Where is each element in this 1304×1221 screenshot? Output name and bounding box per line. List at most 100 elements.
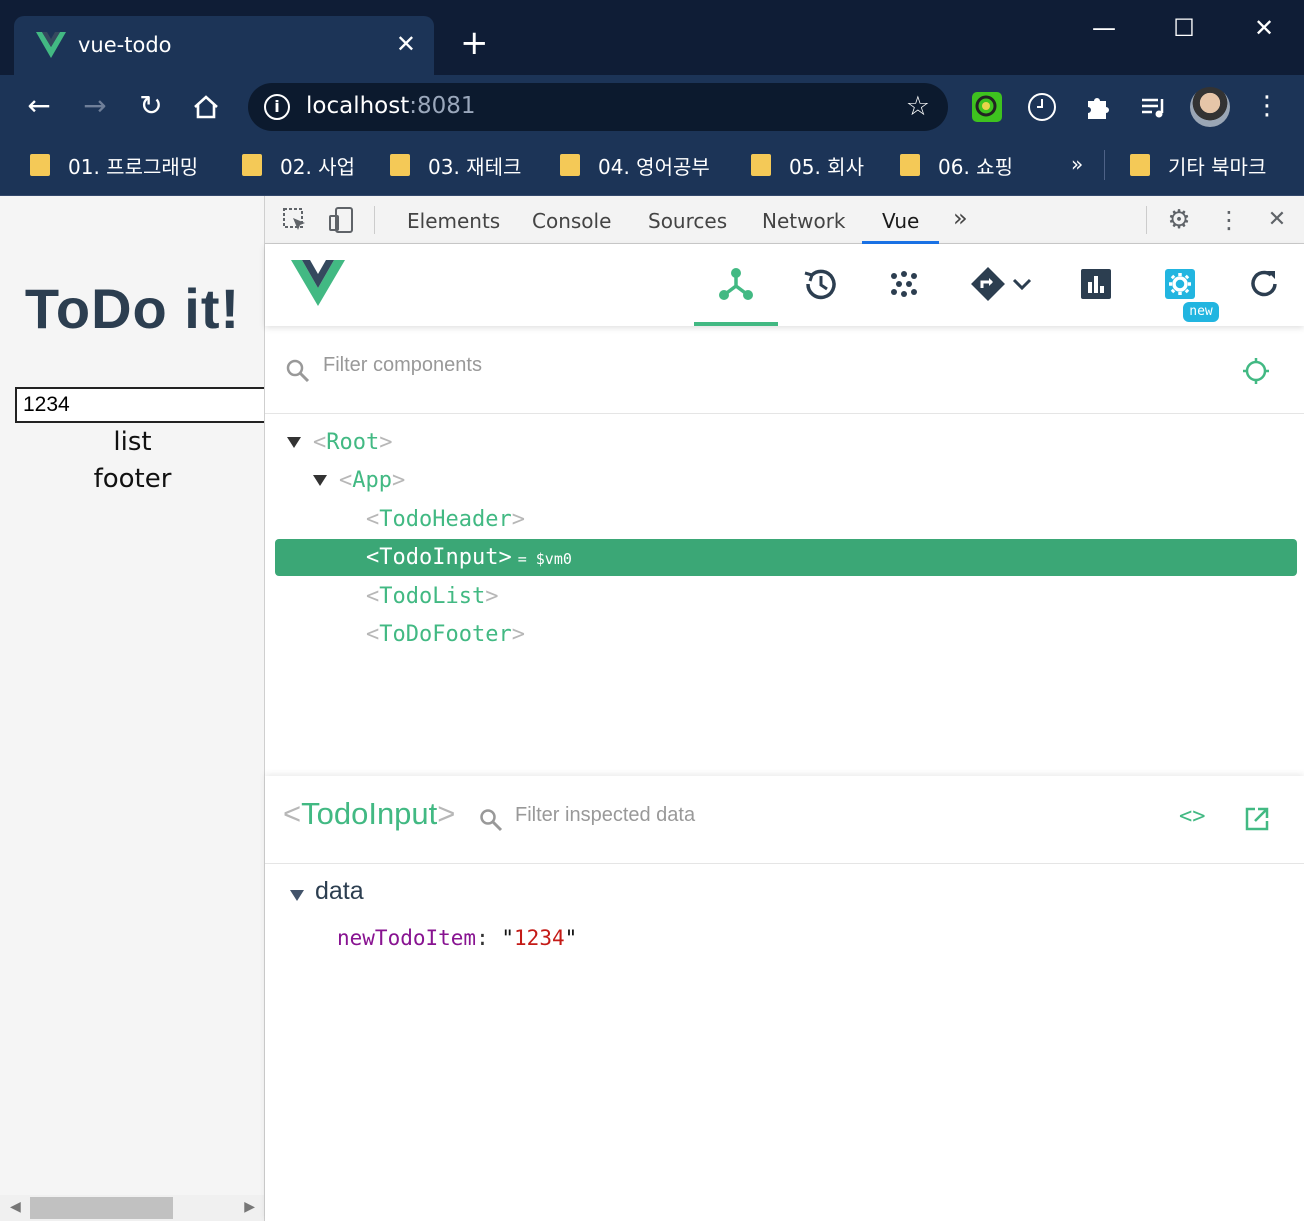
tab-sources[interactable]: Sources — [648, 209, 727, 233]
vm-reference-label: = $vm0 — [517, 550, 572, 568]
inspector-header: <TodoInput> Filter inspected data <> — [265, 776, 1304, 864]
tab-network[interactable]: Network — [762, 209, 846, 233]
folder-icon — [900, 154, 920, 176]
back-icon[interactable]: ← — [22, 89, 56, 123]
settings-icon[interactable] — [1160, 264, 1200, 304]
tab-close-button[interactable]: ✕ — [396, 30, 416, 58]
collapse-arrow-icon[interactable] — [290, 890, 304, 901]
vue-devtools-header: new — [265, 244, 1304, 326]
new-tab-button[interactable]: + — [460, 26, 489, 60]
bookmark-folder[interactable]: 05. 회사 — [751, 150, 864, 180]
browser-toolbar: ← → ↻ i localhost:8081 ☆ ⋮ — [0, 75, 1304, 138]
media-control-icon[interactable] — [1138, 91, 1170, 123]
folder-icon — [390, 154, 410, 176]
extension-green-icon[interactable] — [971, 91, 1003, 123]
more-tabs-button[interactable]: » — [953, 204, 968, 232]
maximize-button[interactable]: ☐ — [1164, 8, 1204, 48]
bookmark-folder[interactable]: 04. 영어공부 — [560, 150, 710, 180]
component-inspector: <TodoInput> Filter inspected data <> dat… — [265, 776, 1304, 1221]
url-text[interactable]: localhost:8081 — [306, 93, 476, 119]
bookmarks-overflow-button[interactable]: » — [1071, 152, 1083, 176]
site-info-icon[interactable]: i — [264, 94, 290, 120]
folder-icon — [30, 154, 50, 176]
reload-icon[interactable]: ↻ — [134, 89, 168, 123]
bookmarks-bar: 01. 프로그래밍 02. 사업 03. 재테크 04. 영어공부 05. 회사… — [0, 138, 1304, 196]
timeline-history-icon[interactable] — [800, 264, 840, 304]
bookmarks-divider — [1104, 150, 1105, 180]
data-property-row[interactable]: newTodoItem: "1234" — [337, 926, 577, 950]
search-icon — [480, 809, 503, 832]
clock-extension-icon[interactable] — [1026, 91, 1058, 123]
profile-avatar[interactable] — [1190, 87, 1230, 127]
open-in-editor-icon[interactable] — [1244, 806, 1270, 832]
component-filter-bar: Filter components — [265, 330, 1304, 414]
devtools-panel: Elements Console Sources Network Vue » ⚙… — [265, 196, 1304, 1221]
property-value[interactable]: 1234 — [514, 926, 565, 950]
folder-icon — [1130, 154, 1150, 176]
data-section-label[interactable]: data — [315, 877, 364, 906]
performance-chart-icon[interactable] — [1076, 264, 1116, 304]
home-icon[interactable] — [192, 94, 220, 120]
tab-console[interactable]: Console — [532, 209, 611, 233]
bookmark-folder[interactable]: 06. 쇼핑 — [900, 150, 1013, 180]
filter-inspected-data-input[interactable]: Filter inspected data — [515, 804, 1115, 836]
horizontal-scrollbar[interactable]: ◀ ▶ — [0, 1195, 264, 1221]
scrollbar-thumb[interactable] — [30, 1197, 173, 1219]
minimize-button[interactable]: — — [1084, 8, 1124, 48]
devtools-tabbar: Elements Console Sources Network Vue » ⚙… — [265, 196, 1304, 244]
browser-tab[interactable]: vue-todo ✕ — [14, 16, 434, 75]
tree-node-todoheader[interactable]: <TodoHeader> — [275, 501, 1297, 538]
devtools-close-button[interactable]: ✕ — [1263, 206, 1291, 234]
other-bookmarks-folder[interactable]: 기타 북마크 — [1130, 150, 1266, 180]
toolbar-divider — [374, 206, 375, 234]
router-icon[interactable] — [968, 264, 1008, 304]
inspect-element-icon[interactable] — [281, 206, 309, 234]
settings-gear-icon[interactable]: ⚙ — [1165, 206, 1193, 234]
todo-list-placeholder: list — [113, 427, 152, 457]
active-tool-indicator — [694, 322, 778, 326]
tree-node-todofooter[interactable]: <ToDoFooter> — [275, 616, 1297, 653]
tree-node-todolist[interactable]: <TodoList> — [275, 578, 1297, 615]
address-bar[interactable]: i localhost:8081 ☆ — [248, 83, 948, 131]
folder-icon — [751, 154, 771, 176]
vue-logo-icon — [36, 32, 66, 58]
refresh-icon[interactable] — [1244, 264, 1284, 304]
new-badge: new — [1183, 302, 1219, 322]
vue-logo-icon — [291, 260, 345, 306]
bookmark-folder[interactable]: 03. 재테크 — [390, 150, 521, 180]
browser-titlebar: vue-todo ✕ + — ☐ ✕ — [0, 0, 1304, 75]
search-icon — [286, 359, 310, 383]
filter-components-input[interactable]: Filter components — [323, 354, 1023, 388]
folder-icon — [560, 154, 580, 176]
todo-footer-placeholder: footer — [93, 464, 172, 494]
tab-elements[interactable]: Elements — [407, 209, 500, 233]
tree-node-root[interactable]: <Root> — [275, 424, 1297, 461]
property-key: newTodoItem — [337, 926, 477, 950]
scroll-left-arrow-icon[interactable]: ◀ — [10, 1199, 21, 1215]
inspected-component-name: <TodoInput> — [283, 796, 456, 831]
select-component-target-icon[interactable] — [1241, 356, 1271, 386]
expand-arrow-icon[interactable] — [287, 437, 301, 448]
vuex-store-icon[interactable] — [884, 264, 924, 304]
todo-input-field[interactable]: 1234 — [15, 387, 264, 423]
bookmark-star-icon[interactable]: ☆ — [906, 91, 930, 122]
folder-icon — [242, 154, 262, 176]
window-close-button[interactable]: ✕ — [1244, 8, 1284, 48]
device-toolbar-icon[interactable] — [327, 206, 355, 234]
tab-title: vue-todo — [78, 33, 172, 57]
expand-arrow-icon[interactable] — [313, 475, 327, 486]
tab-vue[interactable]: Vue — [882, 209, 919, 233]
bookmark-folder[interactable]: 01. 프로그래밍 — [30, 150, 198, 180]
tree-node-todoinput[interactable]: <TodoInput> = $vm0 — [275, 539, 1297, 576]
scroll-right-arrow-icon[interactable]: ▶ — [244, 1199, 255, 1215]
components-tree-icon[interactable] — [716, 264, 756, 304]
tree-node-app[interactable]: <App> — [275, 462, 1297, 499]
chrome-menu-icon[interactable]: ⋮ — [1250, 89, 1284, 123]
router-dropdown-icon[interactable] — [1010, 264, 1034, 304]
extensions-puzzle-icon[interactable] — [1082, 91, 1114, 123]
devtools-menu-icon[interactable]: ⋮ — [1215, 206, 1243, 234]
inspect-dom-code-icon[interactable]: <> — [1179, 804, 1206, 829]
bookmark-folder[interactable]: 02. 사업 — [242, 150, 355, 180]
app-viewport: ToDo it! 1234 list footer ◀ ▶ — [0, 196, 265, 1221]
forward-icon[interactable]: → — [78, 89, 112, 123]
